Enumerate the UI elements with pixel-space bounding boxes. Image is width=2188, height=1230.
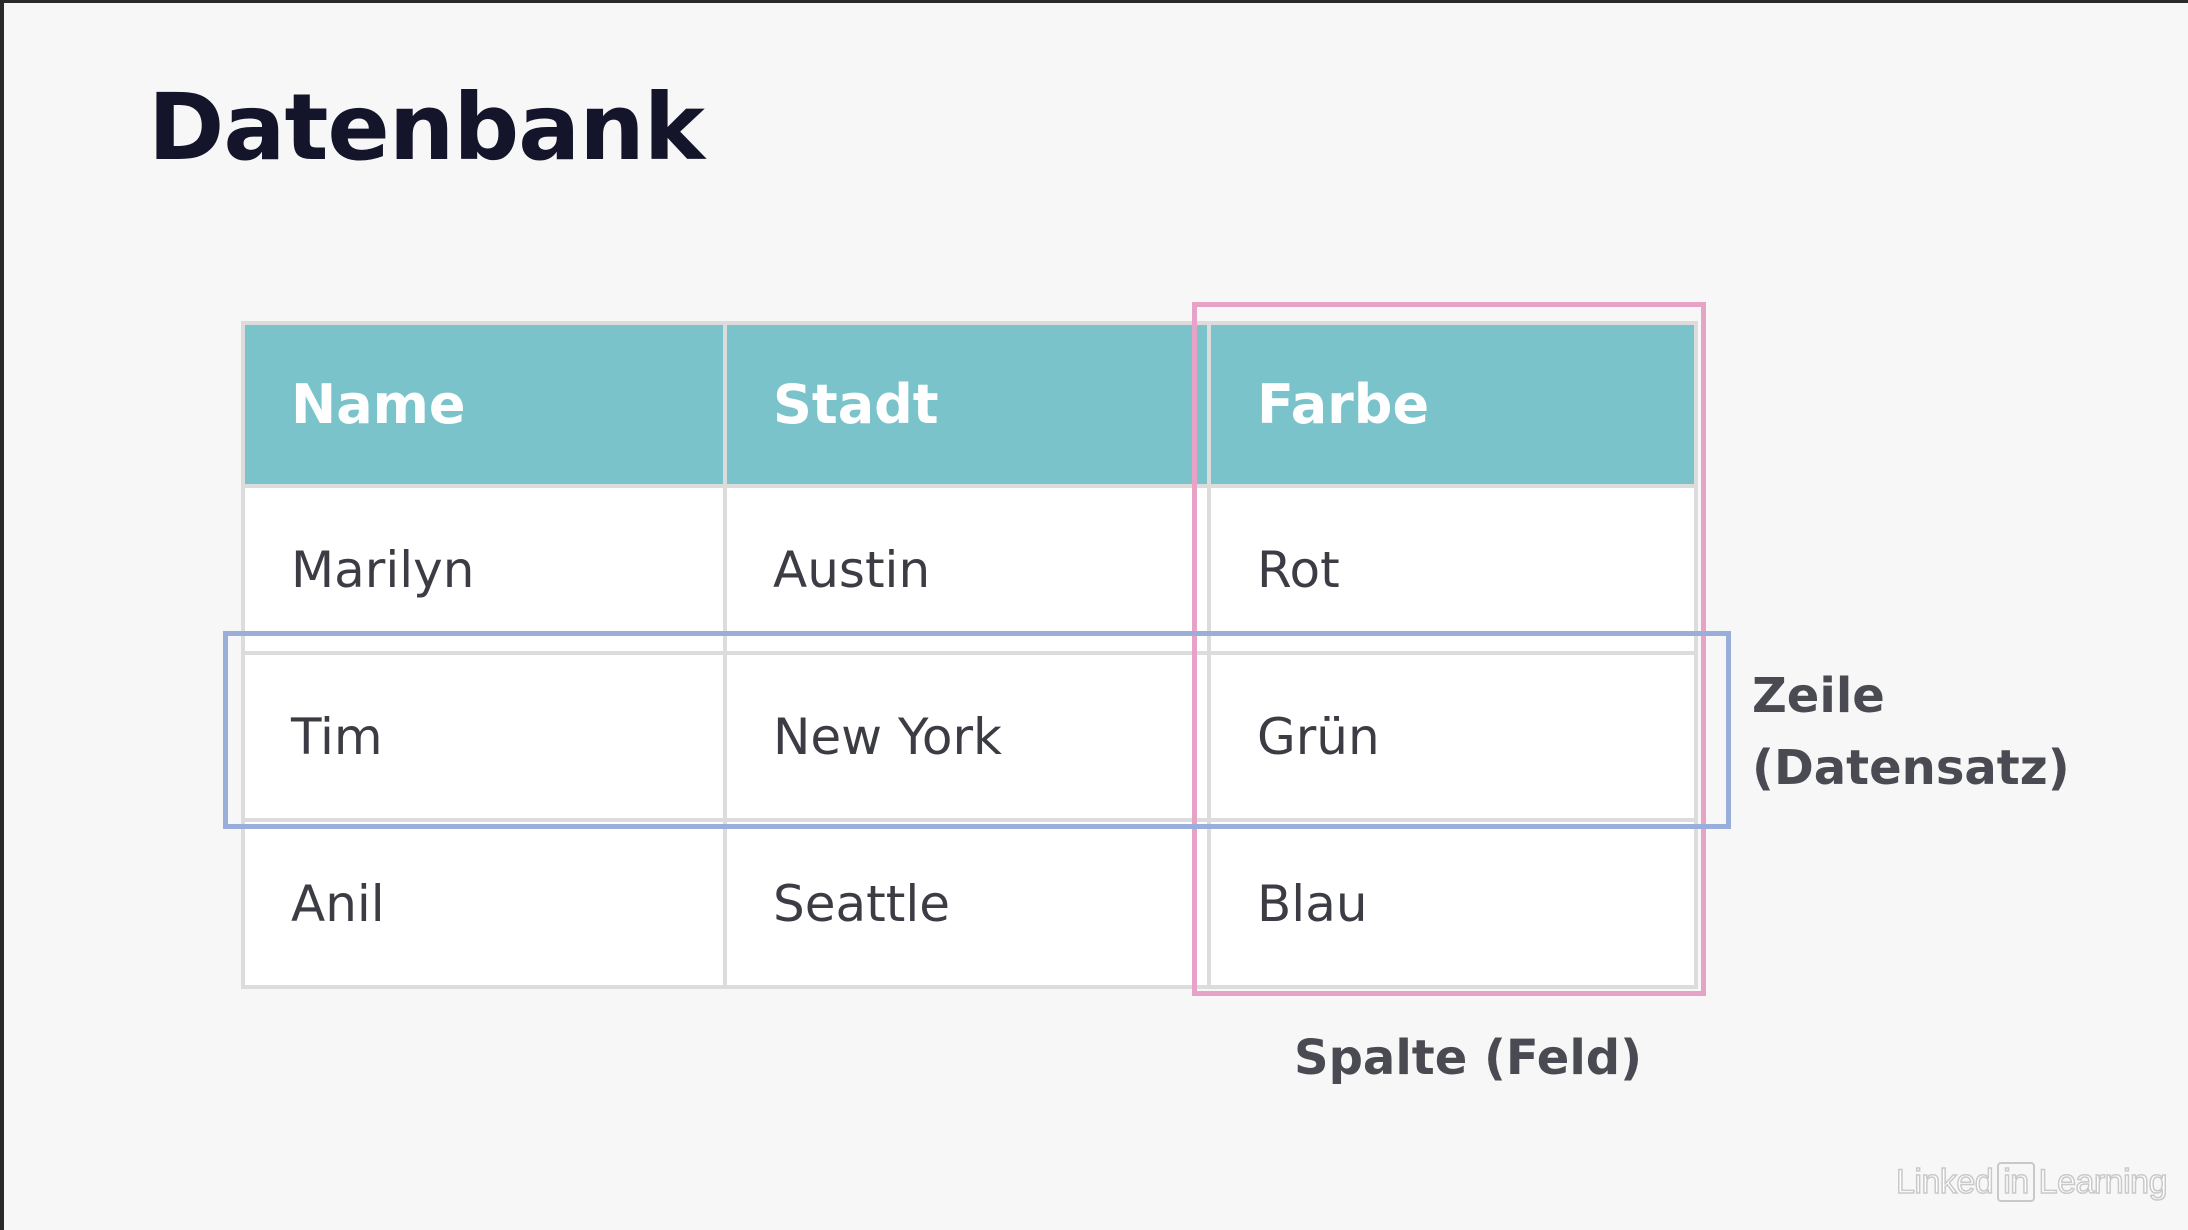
frame-edge-left — [0, 0, 4, 1230]
row-highlight-box — [223, 631, 1731, 829]
table-cell: Marilyn — [241, 484, 727, 655]
linkedin-learning-watermark: Linked in Learning — [1895, 1162, 2168, 1202]
frame-edge-top — [0, 0, 2188, 3]
row-annotation-line1: Zeile — [1752, 668, 1885, 724]
header-cell-name: Name — [241, 321, 727, 488]
slide-title: Datenbank — [148, 74, 705, 181]
column-annotation-label: Spalte (Feld) — [1294, 1030, 1643, 1086]
table-cell: Anil — [241, 818, 727, 989]
table-cell: Seattle — [723, 818, 1211, 989]
watermark-part-linked: Linked — [1895, 1162, 1994, 1202]
watermark-part-learning: Learning — [2038, 1162, 2168, 1202]
header-cell-stadt: Stadt — [723, 321, 1211, 488]
row-annotation-line2: (Datensatz) — [1752, 740, 2070, 796]
table-cell: Austin — [723, 484, 1211, 655]
row-annotation-label: Zeile (Datensatz) — [1752, 660, 2070, 804]
watermark-in-logo: in — [1997, 1162, 2035, 1202]
